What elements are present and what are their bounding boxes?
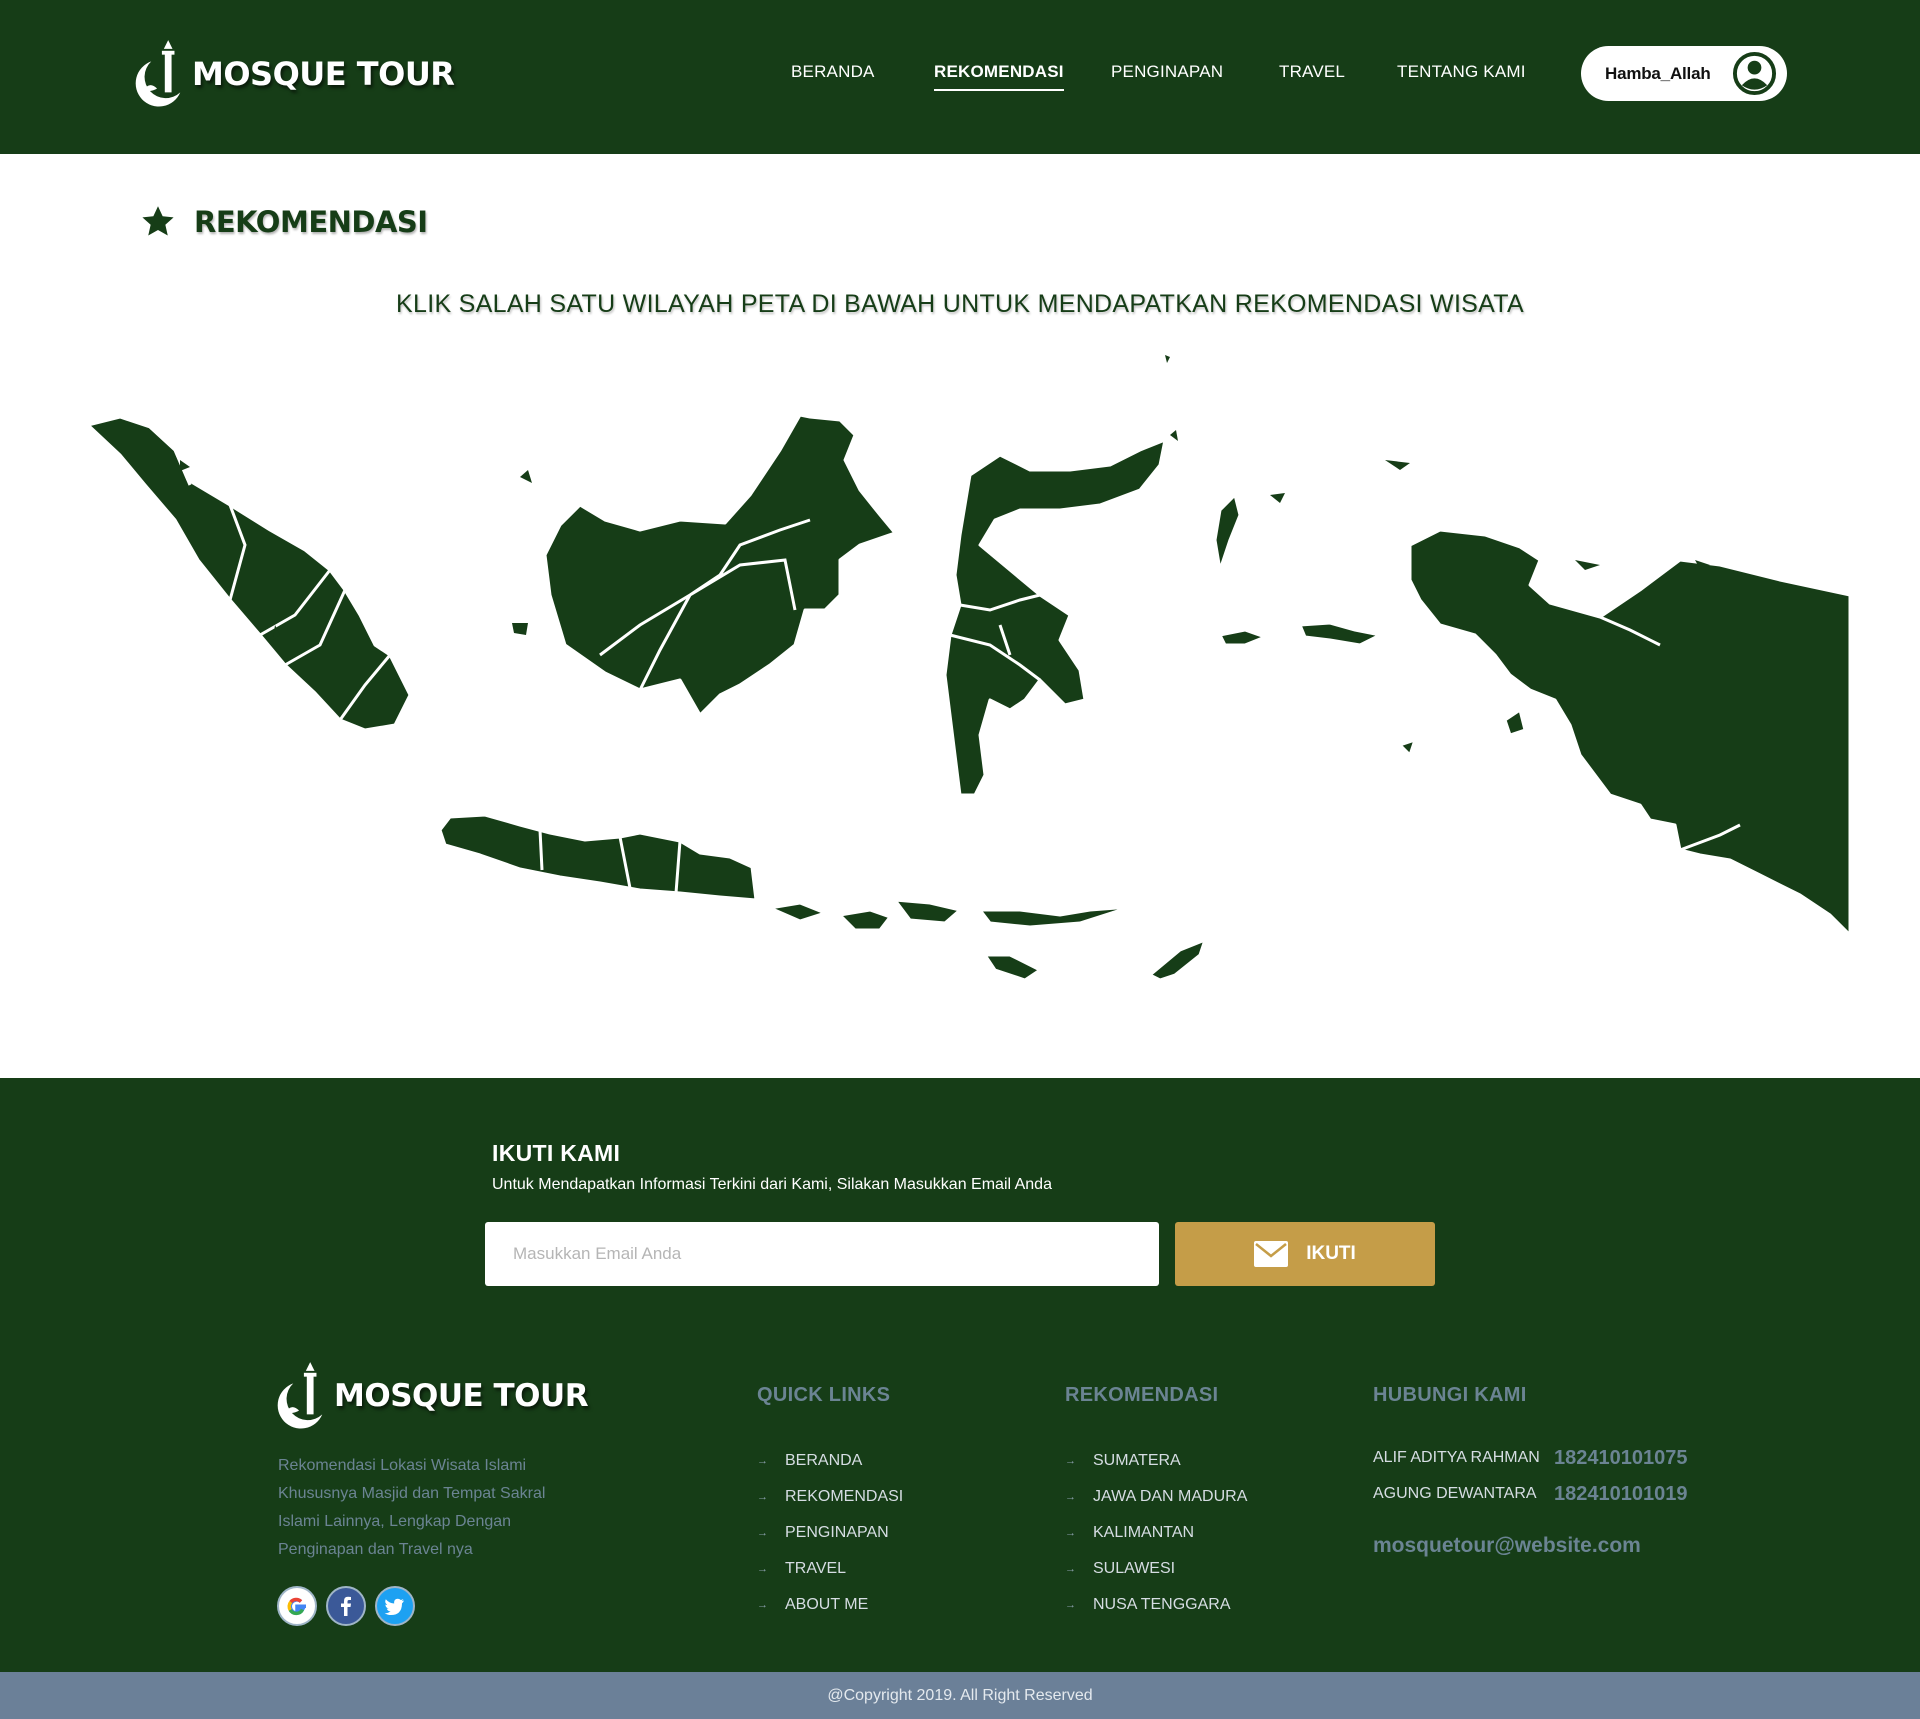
region-kalimantan[interactable] (543, 413, 897, 717)
footer-brand-logo[interactable]: MOSQUE TOUR (272, 1362, 589, 1430)
contact-block: ALIF ADITYA RAHMAN 182410101075 AGUNG DE… (1373, 1440, 1687, 1558)
mosque-moon-icon (135, 40, 181, 107)
subscribe-description: Untuk Mendapatkan Informasi Terkini dari… (492, 1176, 1052, 1193)
google-icon (287, 1597, 306, 1616)
recommendation-link-label: KALIMANTAN (1093, 1524, 1195, 1541)
quick-link-label: TRAVEL (785, 1560, 847, 1577)
arrow-right-icon: → (1065, 1455, 1076, 1467)
user-menu[interactable]: Hamba_Allah (1581, 46, 1787, 101)
quick-links-title: QUICK LINKS (757, 1384, 891, 1406)
contact-nim: 182410101075 (1554, 1446, 1688, 1469)
region-papua[interactable] (1408, 528, 1850, 937)
contact-person: ALIF ADITYA RAHMAN 182410101075 (1373, 1440, 1687, 1476)
arrow-right-icon: → (757, 1455, 768, 1467)
quick-link-label: REKOMENDASI (785, 1488, 904, 1505)
arrow-right-icon: → (1065, 1563, 1076, 1575)
recommendation-link-label: SULAWESI (1093, 1560, 1176, 1577)
follow-button-label: IKUTI (1306, 1243, 1356, 1264)
region-sulawesi[interactable] (943, 438, 1167, 797)
nav-tentang-kami[interactable]: TENTANG KAMI (1397, 62, 1526, 82)
google-link[interactable] (277, 1586, 317, 1626)
contact-title: HUBUNGI KAMI (1373, 1384, 1527, 1406)
twitter-icon (384, 1598, 404, 1615)
nav-rekomendasi[interactable]: REKOMENDASI (934, 62, 1064, 91)
recommendation-links-list: → SUMATERA → JAWA DAN MADURA → KALIMANTAN →… (1065, 1443, 1247, 1623)
recommendation-link-label: JAWA DAN MADURA (1093, 1488, 1248, 1505)
quick-link-label: BERANDA (785, 1452, 863, 1469)
contact-email-link[interactable]: mosquetour@website.com (1373, 1534, 1687, 1558)
region-jawa[interactable] (438, 813, 758, 902)
arrow-right-icon: → (757, 1527, 768, 1539)
contact-name: ALIF ADITYA RAHMAN (1373, 1449, 1540, 1466)
contact-person: AGUNG DEWANTARA 182410101019 (1373, 1476, 1687, 1512)
quick-link-label: ABOUT ME (785, 1596, 869, 1613)
quick-link-rekomendasi[interactable]: → REKOMENDASI (757, 1479, 903, 1515)
recommendation-link-kalimantan[interactable]: → KALIMANTAN (1065, 1515, 1247, 1551)
recommendation-link-label: SUMATERA (1093, 1452, 1181, 1469)
arrow-right-icon: → (1065, 1527, 1076, 1539)
site-header: MOSQUE TOUR BERANDA REKOMENDASI PENGINAP… (0, 0, 1920, 154)
follow-button[interactable]: IKUTI (1175, 1222, 1435, 1286)
page-title: REKOMENDASI (140, 204, 428, 240)
page-heading: REKOMENDASI (194, 205, 428, 239)
subscribe-title: IKUTI KAMI (492, 1140, 621, 1166)
facebook-icon (341, 1596, 351, 1616)
recommendation-link-sumatera[interactable]: → SUMATERA (1065, 1443, 1247, 1479)
recommendation-links-title: REKOMENDASI (1065, 1384, 1219, 1406)
social-links (277, 1586, 415, 1626)
copyright-bar: @Copyright 2019. All Right Reserved (0, 1672, 1920, 1719)
nav-travel[interactable]: TRAVEL (1279, 62, 1345, 82)
footer-about-text: Rekomendasi Lokasi Wisata Islami Khususn… (278, 1457, 546, 1558)
map-instruction: KLIK SALAH SATU WILAYAH PETA DI BAWAH UN… (396, 290, 1524, 318)
recommendation-link-sulawesi[interactable]: → SULAWESI (1065, 1551, 1247, 1587)
footer-brand-name: MOSQUE TOUR (334, 1378, 589, 1414)
arrow-right-icon: → (757, 1599, 768, 1611)
email-input[interactable] (485, 1222, 1159, 1286)
nav-beranda[interactable]: BERANDA (791, 62, 875, 82)
user-circle-icon (1732, 51, 1777, 96)
nav-penginapan[interactable]: PENGINAPAN (1111, 62, 1223, 82)
brand-name: MOSQUE TOUR (192, 55, 455, 93)
quick-link-label: PENGINAPAN (785, 1524, 889, 1541)
contact-nim: 182410101019 (1554, 1482, 1688, 1505)
quick-link-beranda[interactable]: → BERANDA (757, 1443, 903, 1479)
user-name: Hamba_Allah (1605, 63, 1711, 83)
envelope-icon (1254, 1241, 1289, 1267)
arrow-right-icon: → (1065, 1599, 1076, 1611)
quick-links-list: → BERANDA → REKOMENDASI → PENGINAPAN → TRAVE… (757, 1443, 903, 1623)
recommendation-link-label: NUSA TENGGARA (1093, 1596, 1231, 1613)
twitter-link[interactable] (375, 1586, 415, 1626)
arrow-right-icon: → (757, 1563, 768, 1575)
region-sumatera[interactable] (86, 415, 412, 732)
quick-link-penginapan[interactable]: → PENGINAPAN (757, 1515, 903, 1551)
recommendation-link-jawa[interactable]: → JAWA DAN MADURA (1065, 1479, 1247, 1515)
indonesia-map (86, 355, 1850, 982)
arrow-right-icon: → (1065, 1491, 1076, 1503)
quick-link-travel[interactable]: → TRAVEL (757, 1551, 903, 1587)
brand-logo[interactable]: MOSQUE TOUR (130, 40, 455, 108)
quick-link-about-me[interactable]: → ABOUT ME (757, 1587, 903, 1623)
facebook-link[interactable] (326, 1586, 366, 1626)
arrow-right-icon: → (757, 1491, 768, 1503)
recommendation-link-nusa-tenggara[interactable]: → NUSA TENGGARA (1065, 1587, 1247, 1623)
region-nusa-tenggara[interactable] (768, 898, 1207, 982)
contact-name: AGUNG DEWANTARA (1373, 1485, 1537, 1502)
star-icon (142, 206, 174, 236)
mosque-moon-icon (277, 1362, 323, 1429)
